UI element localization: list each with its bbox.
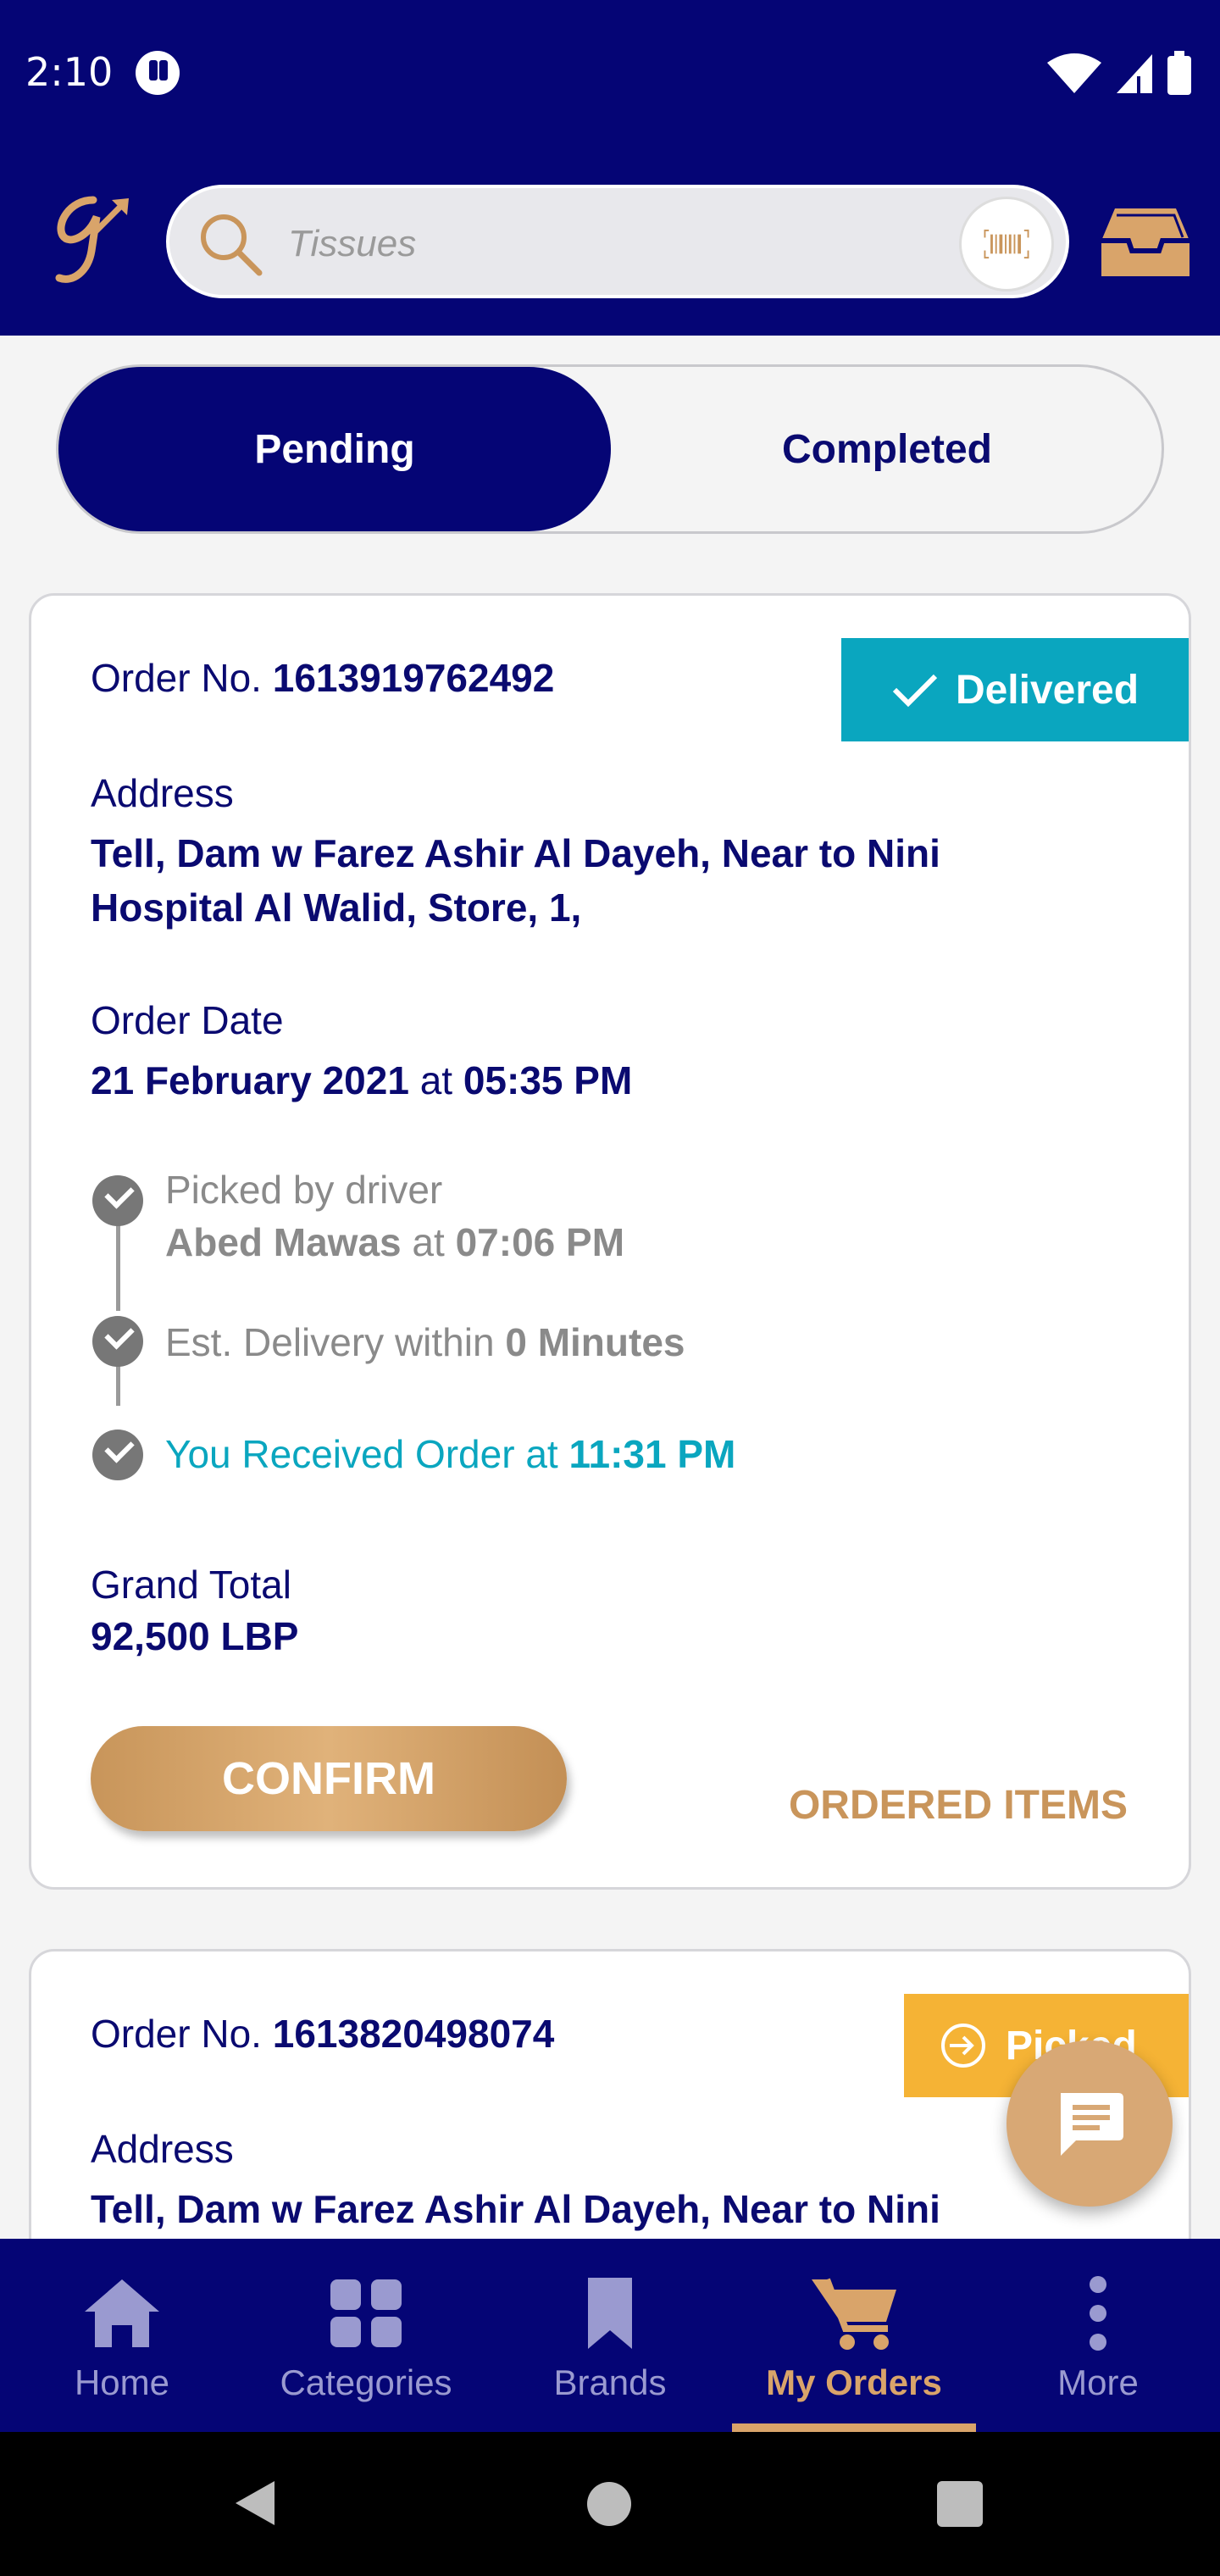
order-status-tabs: Pending Completed xyxy=(56,364,1164,534)
address-value: Tell, Dam w Farez Ashir Al Dayeh, Near t… xyxy=(91,826,1107,935)
picked-label: Picked by driver xyxy=(165,1168,443,1212)
nav-label: Brands xyxy=(553,2362,667,2402)
active-tab-indicator xyxy=(732,2423,976,2432)
est-value: 0 Minutes xyxy=(505,1320,685,1364)
at-text: at xyxy=(412,1220,445,1264)
address-value: Tell, Dam w Farez Ashir Al Dayeh, Near t… xyxy=(91,2187,940,2231)
status-badge: Delivered xyxy=(841,638,1189,741)
grand-total-value: 92,500 LBP xyxy=(91,1614,299,1658)
home-button-icon[interactable] xyxy=(585,2479,634,2529)
barcode-scan-button[interactable] xyxy=(959,197,1054,291)
back-icon[interactable] xyxy=(229,2476,283,2530)
order-number-label: Order No. xyxy=(91,656,262,700)
battery-icon xyxy=(1167,51,1191,95)
app-logo[interactable] xyxy=(44,183,137,293)
order-number: Order No. 1613919762492 xyxy=(91,655,554,701)
nav-more[interactable]: More xyxy=(976,2239,1220,2432)
order-number-label: Order No. xyxy=(91,2012,262,2056)
order-number-value: 1613820498074 xyxy=(272,2012,555,2056)
system-status-icons xyxy=(1047,51,1191,95)
recents-icon[interactable] xyxy=(935,2479,984,2529)
est-label: Est. Delivery within xyxy=(165,1320,495,1364)
nav-home[interactable]: Home xyxy=(0,2239,244,2432)
order-date-value: 21 February 2021 at 05:35 PM xyxy=(91,1053,1107,1108)
more-vertical-icon xyxy=(1090,2276,1106,2351)
received-label: You Received Order at xyxy=(165,1432,558,1476)
tab-completed[interactable]: Completed xyxy=(611,367,1163,531)
search-bar[interactable] xyxy=(166,185,1069,298)
search-input[interactable] xyxy=(288,214,864,275)
address-line-2: Hospital Al Walid, Store, 1, xyxy=(91,886,582,930)
timeline-estimate: Est. Delivery within 0 Minutes xyxy=(165,1316,685,1368)
order-number: Order No. 1613820498074 xyxy=(91,2011,554,2057)
nav-label: My Orders xyxy=(766,2362,942,2402)
cart-icon xyxy=(812,2278,896,2350)
timeline-received: You Received Order at 11:31 PM xyxy=(165,1428,735,1480)
address-line-1: Tell, Dam w Farez Ashir Al Dayeh, Near t… xyxy=(91,831,940,875)
check-circle-icon xyxy=(92,1175,143,1226)
status-bar: 2:10 xyxy=(0,0,1220,149)
search-icon[interactable] xyxy=(195,208,266,280)
check-circle-icon xyxy=(92,1430,143,1480)
nav-brands[interactable]: Brands xyxy=(488,2239,732,2432)
address-label: Address xyxy=(91,771,234,815)
nav-my-orders[interactable]: My Orders xyxy=(732,2239,976,2432)
system-navigation-bar xyxy=(0,2432,1220,2576)
order-number-value: 1613919762492 xyxy=(272,656,555,700)
barcode-icon xyxy=(984,229,1029,259)
notification-app-icon xyxy=(136,51,180,95)
app-header xyxy=(0,149,1220,336)
grid-icon xyxy=(330,2279,402,2347)
status-badge-label: Delivered xyxy=(955,667,1140,713)
tab-pending[interactable]: Pending xyxy=(58,367,611,531)
bottom-navigation: Home Categories Brands My Orders More xyxy=(0,2239,1220,2432)
inbox-icon[interactable] xyxy=(1098,200,1193,285)
at-text: at xyxy=(419,1058,453,1102)
check-circle-icon xyxy=(92,1316,143,1367)
nav-categories[interactable]: Categories xyxy=(244,2239,488,2432)
confirm-button[interactable]: CONFIRM xyxy=(91,1726,567,1831)
bookmark-icon xyxy=(588,2278,632,2349)
nav-label: Home xyxy=(74,2362,170,2402)
picked-arrow-icon xyxy=(941,2024,985,2068)
chat-icon xyxy=(1061,2093,1123,2156)
order-card: Order No. 1613919762492 Delivered Addres… xyxy=(29,593,1191,1890)
picked-time: 07:06 PM xyxy=(455,1220,625,1264)
nav-label: More xyxy=(1057,2362,1139,2402)
signal-icon xyxy=(1117,54,1152,93)
status-time: 2:10 xyxy=(25,49,114,95)
address-label: Address xyxy=(91,2127,234,2171)
driver-name: Abed Mawas xyxy=(165,1220,402,1264)
timeline-picked: Picked by driver Abed Mawas at 07:06 PM xyxy=(165,1163,624,1269)
ordered-items-link[interactable]: ORDERED ITEMS xyxy=(789,1782,1128,1829)
chat-button[interactable] xyxy=(1006,2040,1173,2207)
grand-total-label: Grand Total xyxy=(91,1563,291,1607)
order-date: 21 February 2021 xyxy=(91,1058,409,1102)
order-date-label: Order Date xyxy=(91,998,284,1042)
wifi-icon xyxy=(1047,53,1101,93)
received-time: 11:31 PM xyxy=(568,1432,736,1476)
home-icon xyxy=(85,2279,159,2347)
nav-label: Categories xyxy=(280,2362,452,2402)
order-time: 05:35 PM xyxy=(463,1058,633,1102)
checkmark-icon xyxy=(892,674,938,708)
